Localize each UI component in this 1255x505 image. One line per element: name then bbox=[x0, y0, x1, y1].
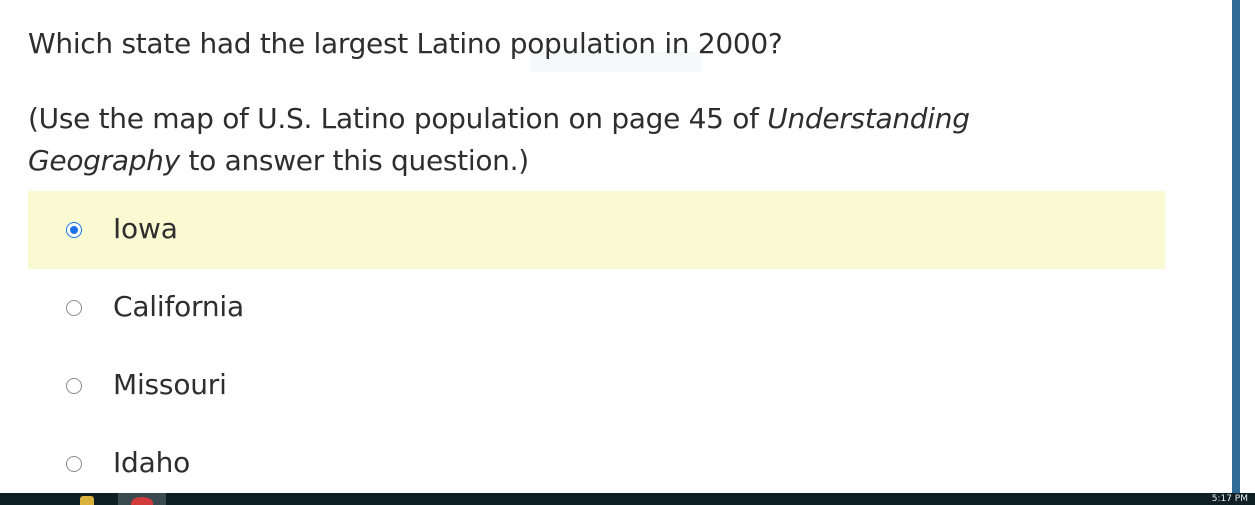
radio-button[interactable] bbox=[66, 378, 82, 394]
chrome-icon bbox=[131, 497, 153, 505]
quiz-page: Which state had the largest Latino popul… bbox=[0, 0, 1232, 493]
taskbar: 5:17 PM bbox=[0, 493, 1255, 505]
instruction-text-end: to answer this question.) bbox=[179, 144, 529, 177]
side-scroll-rail bbox=[1232, 0, 1240, 493]
answer-option-label: California bbox=[113, 290, 244, 323]
window-edge bbox=[1240, 0, 1255, 493]
answer-option-california[interactable]: California bbox=[28, 269, 1165, 347]
radio-button[interactable] bbox=[66, 300, 82, 316]
radio-button-checked[interactable] bbox=[66, 222, 82, 238]
question-text: Which state had the largest Latino popul… bbox=[28, 27, 783, 60]
answer-option-iowa[interactable]: Iowa bbox=[28, 191, 1165, 269]
answer-option-missouri[interactable]: Missouri bbox=[28, 347, 1165, 425]
answer-options: Iowa California Missouri Idaho bbox=[28, 191, 1165, 493]
system-clock: 5:17 PM bbox=[1211, 494, 1248, 504]
answer-option-label: Iowa bbox=[113, 212, 178, 245]
instruction-text-start: (Use the map of U.S. Latino population o… bbox=[28, 102, 768, 135]
answer-option-label: Idaho bbox=[113, 446, 191, 479]
question-instruction: (Use the map of U.S. Latino population o… bbox=[28, 98, 1108, 182]
taskbar-app-chrome[interactable] bbox=[118, 493, 166, 505]
radio-button[interactable] bbox=[66, 456, 82, 472]
file-explorer-icon[interactable] bbox=[80, 496, 94, 505]
answer-option-idaho[interactable]: Idaho bbox=[28, 425, 1165, 493]
answer-option-label: Missouri bbox=[113, 368, 227, 401]
